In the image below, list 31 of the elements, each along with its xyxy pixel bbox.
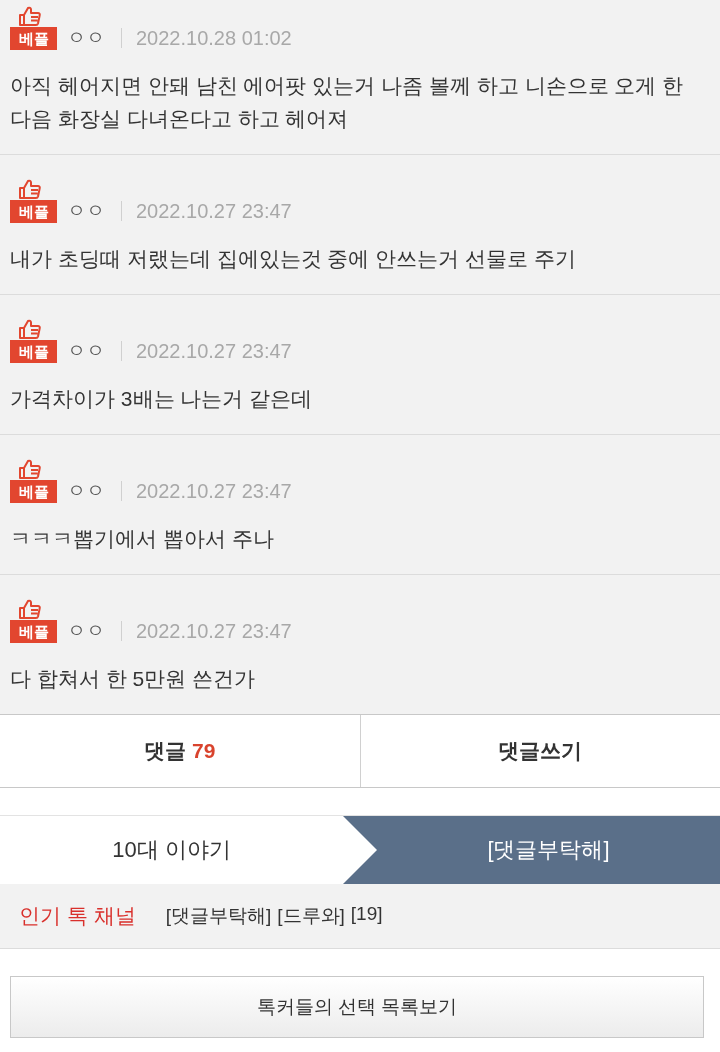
comment-date: 2022.10.27 23:47 bbox=[136, 479, 292, 503]
comment-text: 아직 헤어지면 안돼 남친 에어팟 있는거 나좀 볼께 하고 니손으로 오게 한 다음 화장실 다녀온다고 하고 헤어져 bbox=[10, 73, 685, 132]
channel-heading: 인기 톡 채널 bbox=[19, 903, 136, 929]
comment-date: 2022.10.27 23:47 bbox=[136, 199, 292, 223]
comment-date: 2022.10.28 01:02 bbox=[136, 26, 292, 50]
comment-date: 2022.10.27 23:47 bbox=[136, 619, 292, 643]
channel-link[interactable]: [댓글부탁해] bbox=[165, 903, 272, 929]
list-view-button[interactable]: 톡커들의 선택 목록보기 bbox=[10, 976, 704, 1038]
best-badge: 베플 bbox=[10, 480, 57, 503]
thumbs-up-icon bbox=[18, 179, 41, 199]
comment-text: 내가 초딩때 저랬는데 집에있는것 중에 안쓰는거 선물로 주기 bbox=[10, 246, 577, 272]
thumbs-up-icon bbox=[18, 6, 41, 26]
comment-text: ㅋㅋㅋ뽑기에서 뽑아서 주나 bbox=[10, 526, 275, 552]
thumbs-up-icon bbox=[18, 319, 41, 339]
best-badge: 베플 bbox=[10, 200, 57, 223]
channel-link[interactable]: [19] bbox=[350, 903, 383, 929]
thumbs-up-icon bbox=[18, 599, 41, 619]
best-badge: 베플 bbox=[10, 340, 57, 363]
author-name: ㅇㅇ bbox=[67, 619, 105, 643]
author-name: ㅇㅇ bbox=[67, 26, 105, 50]
best-badge: 베플 bbox=[10, 620, 57, 643]
comment-date: 2022.10.27 23:47 bbox=[136, 339, 292, 363]
thumbs-up-icon bbox=[18, 459, 41, 479]
best-badge: 베플 bbox=[10, 27, 57, 50]
author-name: ㅇㅇ bbox=[67, 199, 105, 223]
breadcrumb-link[interactable]: [댓글부탁해] bbox=[343, 816, 720, 884]
comment-text: 가격차이가 3배는 나는거 같은데 bbox=[10, 386, 314, 412]
author-name: ㅇㅇ bbox=[67, 479, 105, 503]
channel-link[interactable]: [드루와] bbox=[277, 903, 345, 929]
author-name: ㅇㅇ bbox=[67, 339, 105, 363]
comment-text: 다 합쳐서 한 5만원 쓴건가 bbox=[10, 666, 257, 692]
